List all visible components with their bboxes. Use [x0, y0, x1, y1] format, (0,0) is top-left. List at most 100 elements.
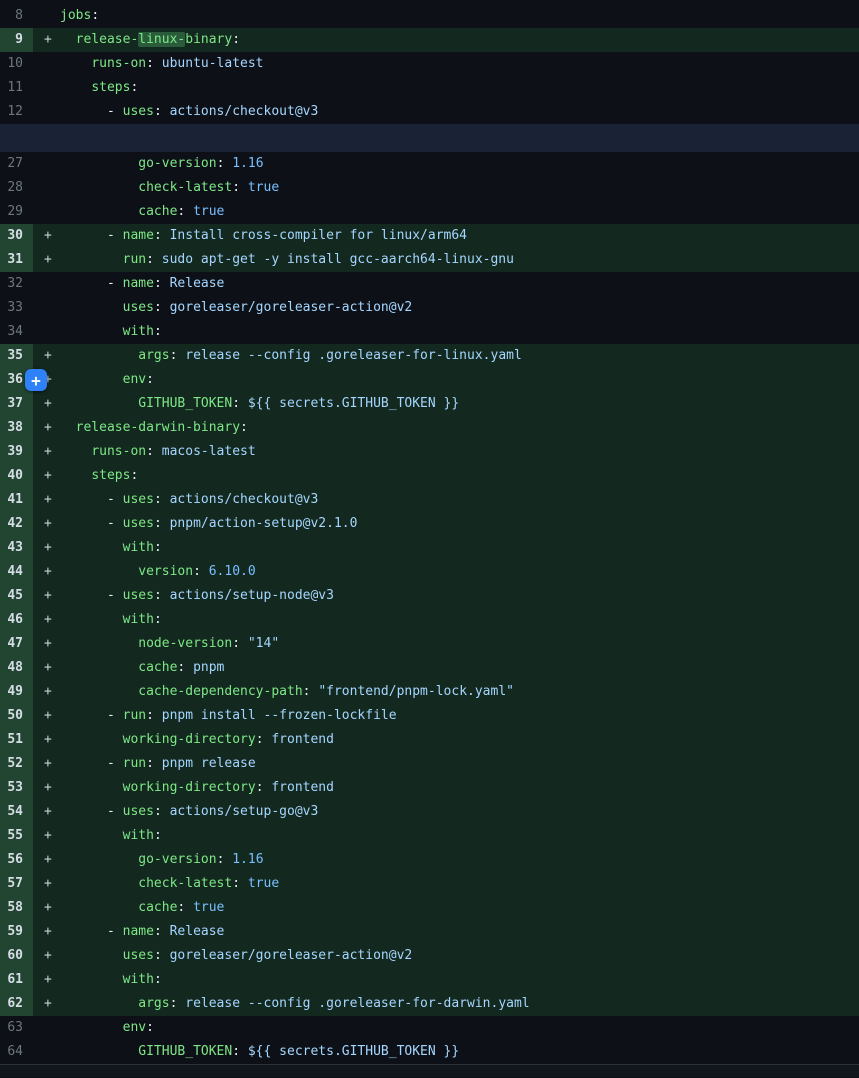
line-number[interactable]: 9: [0, 28, 33, 52]
line-number[interactable]: 52: [0, 752, 33, 776]
line-number[interactable]: 8: [0, 4, 33, 28]
line-number[interactable]: 54: [0, 800, 33, 824]
diff-row-29: 29 cache: true: [0, 200, 859, 224]
yaml-key: cache: [138, 660, 177, 675]
line-number[interactable]: 28: [0, 176, 33, 200]
line-number[interactable]: 12: [0, 100, 33, 124]
code-token: :: [146, 756, 162, 771]
line-number[interactable]: 55: [0, 824, 33, 848]
diff-row-57: 57+ check-latest: true: [0, 872, 859, 896]
line-number[interactable]: 37: [0, 392, 33, 416]
diff-add-marker: +: [33, 656, 60, 680]
diff-row-37: 37+ GITHUB_TOKEN: ${{ secrets.GITHUB_TOK…: [0, 392, 859, 416]
yaml-key: with: [123, 612, 154, 627]
yaml-key: cache: [138, 204, 177, 219]
diff-add-marker: +: [33, 848, 60, 872]
line-number[interactable]: 61: [0, 968, 33, 992]
yaml-key: uses: [123, 948, 154, 963]
code-token: 6.10.0: [209, 564, 256, 579]
line-number[interactable]: 41: [0, 488, 33, 512]
code-token: :: [232, 636, 248, 651]
code-token: frontend: [271, 780, 334, 795]
code-token: :: [154, 228, 170, 243]
diff-add-marker: +: [33, 440, 60, 464]
line-number[interactable]: 30: [0, 224, 33, 248]
line-number[interactable]: 48: [0, 656, 33, 680]
line-number[interactable]: 42: [0, 512, 33, 536]
diff-view: 8jobs:9+ release-linux-binary:10 runs-on…: [0, 0, 859, 1077]
code-token: :: [130, 80, 138, 95]
line-number[interactable]: 29: [0, 200, 33, 224]
code-token: [60, 660, 138, 675]
line-number[interactable]: 45: [0, 584, 33, 608]
line-number[interactable]: 33: [0, 296, 33, 320]
code-line: steps:: [60, 76, 859, 100]
line-number[interactable]: 35: [0, 344, 33, 368]
code-token: [60, 852, 138, 867]
code-token: [60, 80, 91, 95]
line-number[interactable]: 50: [0, 704, 33, 728]
line-number[interactable]: 59: [0, 920, 33, 944]
diff-add-marker: +: [33, 464, 60, 488]
line-number[interactable]: 10: [0, 52, 33, 76]
yaml-key: GITHUB_TOKEN: [138, 1044, 232, 1059]
code-token: [60, 324, 123, 339]
code-line: node-version: "14": [60, 632, 859, 656]
line-number[interactable]: 39: [0, 440, 33, 464]
code-line: args: release --config .goreleaser-for-d…: [60, 992, 859, 1016]
code-line: with:: [60, 608, 859, 632]
line-number[interactable]: 40: [0, 464, 33, 488]
line-number[interactable]: 43: [0, 536, 33, 560]
line-number[interactable]: 27: [0, 152, 33, 176]
code-token: :: [232, 396, 248, 411]
diff-row-36: 36+ env:+: [0, 368, 859, 392]
code-token: Install cross-compiler for linux/arm64: [170, 228, 467, 243]
code-token: goreleaser/goreleaser-action@v2: [170, 948, 413, 963]
code-token: "frontend/pnpm-lock.yaml": [318, 684, 514, 699]
yaml-key: go-version: [138, 852, 216, 867]
yaml-key: uses: [123, 300, 154, 315]
line-number[interactable]: 47: [0, 632, 33, 656]
code-token: macos-latest: [162, 444, 256, 459]
line-number[interactable]: 58: [0, 896, 33, 920]
line-number[interactable]: 34: [0, 320, 33, 344]
line-number[interactable]: 57: [0, 872, 33, 896]
line-number[interactable]: 62: [0, 992, 33, 1016]
diff-row-39: 39+ runs-on: macos-latest: [0, 440, 859, 464]
diff-row-9: 9+ release-linux-binary:: [0, 28, 859, 52]
code-line: cache: pnpm: [60, 656, 859, 680]
line-number[interactable]: 63: [0, 1016, 33, 1040]
line-number[interactable]: 49: [0, 680, 33, 704]
line-number[interactable]: 60: [0, 944, 33, 968]
line-number[interactable]: 11: [0, 76, 33, 100]
yaml-key: check-latest: [138, 180, 232, 195]
code-token: -: [60, 924, 123, 939]
code-token: true: [248, 180, 279, 195]
line-number[interactable]: 64: [0, 1040, 33, 1064]
diff-add-marker: [33, 200, 60, 224]
code-token: :: [256, 732, 272, 747]
line-number[interactable]: 56: [0, 848, 33, 872]
yaml-key: binary: [185, 32, 232, 47]
line-number[interactable]: 46: [0, 608, 33, 632]
code-token: [60, 780, 123, 795]
line-number[interactable]: 53: [0, 776, 33, 800]
diff-row-55: 55+ with:: [0, 824, 859, 848]
line-number[interactable]: 38: [0, 416, 33, 440]
code-token: :: [146, 372, 154, 387]
line-number[interactable]: 31: [0, 248, 33, 272]
code-token: :: [154, 516, 170, 531]
add-comment-button[interactable]: +: [25, 369, 47, 391]
line-number[interactable]: 44: [0, 560, 33, 584]
yaml-key: release-darwin-binary: [76, 420, 240, 435]
code-line: GITHUB_TOKEN: ${{ secrets.GITHUB_TOKEN }…: [60, 392, 859, 416]
yaml-key: cache-dependency-path: [138, 684, 302, 699]
code-token: :: [154, 972, 162, 987]
line-number[interactable]: 32: [0, 272, 33, 296]
code-line: version: 6.10.0: [60, 560, 859, 584]
line-number[interactable]: 51: [0, 728, 33, 752]
expand-hunk-band[interactable]: [0, 124, 859, 152]
diff-add-marker: +: [33, 416, 60, 440]
diff-rows: 8jobs:9+ release-linux-binary:10 runs-on…: [0, 4, 859, 1064]
yaml-key: run: [123, 252, 146, 267]
